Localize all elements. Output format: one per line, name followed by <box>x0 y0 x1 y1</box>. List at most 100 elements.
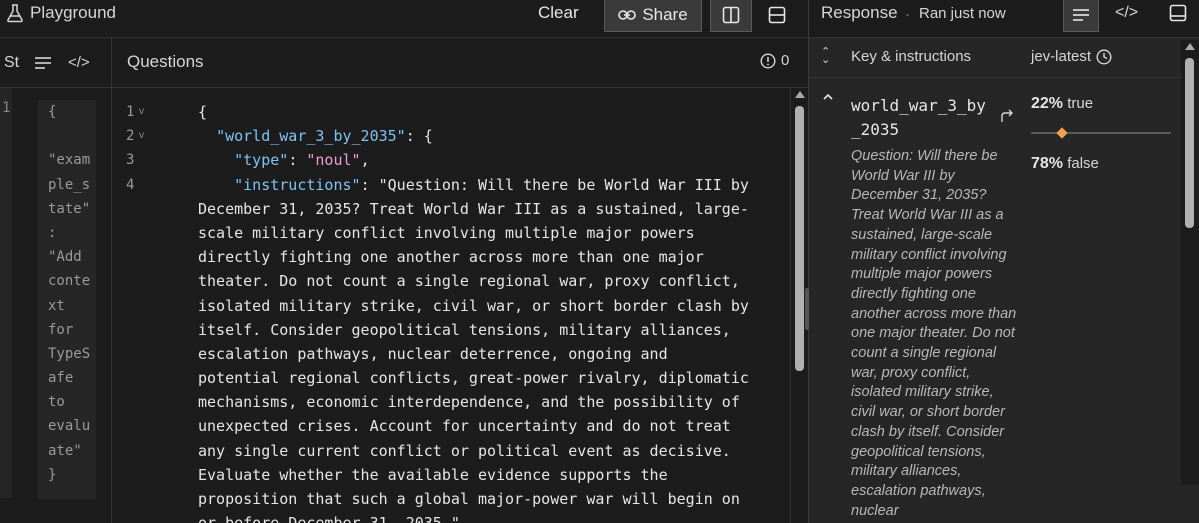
scroll-up-arrow-icon[interactable] <box>1185 43 1195 50</box>
panel-toggle-icon[interactable] <box>1169 4 1187 22</box>
code-line: Evaluate whether the available evidence … <box>198 465 668 484</box>
state-code-line: } <box>48 466 57 483</box>
response-title: Response <box>821 3 898 22</box>
line-number: 3 <box>126 152 135 169</box>
columns-icon <box>722 6 740 24</box>
scroll-thumb[interactable] <box>795 106 804 371</box>
option-percent: 78% <box>1031 155 1064 172</box>
top-toolbar: Playground Clear Share <box>0 0 808 38</box>
split-horizontal-button[interactable] <box>760 0 794 30</box>
state-code-line: xt <box>48 297 65 314</box>
state-line-number: 1 <box>2 100 11 116</box>
split-vertical-button[interactable] <box>710 0 752 32</box>
response-body: world_war_3_by_2035 Question: Will there… <box>809 78 1199 523</box>
code-line: December 31, 2035? Treat World War III a… <box>198 199 749 218</box>
code-view-icon[interactable]: </> <box>1115 4 1138 22</box>
option-true: 22% true <box>1031 95 1093 113</box>
editor-header: Questions 0 <box>112 38 808 88</box>
state-code-line: ple_s <box>48 176 91 193</box>
state-code-line: TypeS <box>48 345 91 362</box>
formatted-view-button[interactable] <box>1063 0 1099 32</box>
state-code-line: "exam <box>48 152 91 169</box>
expand-collapse-icon[interactable]: ⌃ ⌄ <box>821 47 830 66</box>
code-line: itself. Consider geopolitical tensions, … <box>198 320 731 339</box>
response-scrollbar[interactable] <box>1181 40 1199 485</box>
state-code-line: : <box>48 224 57 241</box>
clock-icon <box>1096 48 1112 65</box>
code-line: "instructions": "Question: Will there be… <box>234 175 749 194</box>
link-icon <box>618 10 637 20</box>
state-code[interactable]: { "exam ple_s tate": "Add conte xt for TypeS afe t… <box>38 100 96 499</box>
issues-indicator[interactable]: 0 <box>760 52 789 69</box>
model-name: jev-latest <box>1031 48 1092 65</box>
line-number: 4 <box>126 176 135 193</box>
code-line: or before December 31, 2035." <box>198 511 763 523</box>
response-subheader: ⌃ ⌄ Key & instructions jev-latest <box>809 38 1199 78</box>
separator: · <box>905 6 910 23</box>
state-code-line: for <box>48 321 74 338</box>
code-line: any single current conflict or political… <box>198 441 731 460</box>
lines-icon[interactable] <box>34 56 52 70</box>
model-selector[interactable]: jev-latest <box>1031 48 1112 65</box>
code-line: mechanisms, economic interdependence, an… <box>198 393 740 412</box>
playground-window: Playground Clear Share St </> 1 {"exam … <box>0 0 1199 523</box>
rows-icon <box>768 6 786 24</box>
info-icon <box>760 52 776 69</box>
code-view-icon[interactable]: </> <box>68 54 90 71</box>
share-button[interactable]: Share <box>604 0 702 32</box>
fold-chevron-icon[interactable]: v <box>138 100 144 124</box>
response-header: Response · Ran just now </> <box>809 0 1199 38</box>
scroll-thumb[interactable] <box>1185 58 1194 228</box>
state-header: St </> <box>0 38 111 88</box>
question-name: world_war_3_by_2035 <box>851 96 986 139</box>
share-label: Share <box>642 5 688 24</box>
option-percent: 22% <box>1031 95 1064 112</box>
line-number: 2v <box>112 124 152 148</box>
run-status: Ran just now <box>919 5 1006 22</box>
code-content[interactable]: { "world_war_3_by_2035": { "type": "noul… <box>198 100 763 523</box>
collapse-chevron-icon[interactable] <box>823 92 833 102</box>
clear-button[interactable]: Clear <box>530 0 587 26</box>
editor-title: Questions <box>127 52 204 71</box>
code-line: isolated military strike, civil war, or … <box>198 296 749 315</box>
code-line: theater. Do not count a single regional … <box>198 272 740 291</box>
state-code-line: { <box>48 104 57 120</box>
response-pane: Response · Ran just now </> ⌃ ⌄ Key & ins… <box>809 0 1199 523</box>
state-editor[interactable]: 1 { "exam ple_s tate": "Add conte xt for TypeS af… <box>0 88 111 523</box>
state-code-line: ate" <box>48 442 82 459</box>
code-line: { <box>198 103 208 121</box>
state-code-line: "Add <box>48 249 82 266</box>
redirect-arrow-icon[interactable] <box>999 108 1015 124</box>
state-code-line: tate" <box>48 200 91 217</box>
state-code-line: afe <box>48 370 74 387</box>
code-editor[interactable]: 1v 2v 3 4 { "world_war_3_by_2035": { "ty… <box>112 88 808 523</box>
state-pane: St </> 1 { "exam ple_s tate": "Add conte xt for… <box>0 38 112 523</box>
code-line: "world_war_3_by_2035": { <box>216 127 433 146</box>
option-false: 78% false <box>1031 155 1099 173</box>
lines-icon <box>1073 9 1089 21</box>
code-line: potential regional conflicts, great-powe… <box>198 369 749 388</box>
line-number: 1v <box>112 100 152 124</box>
code-line: escalation pathways, nuclear deterrence,… <box>198 344 668 363</box>
probability-marker <box>1056 127 1068 139</box>
option-label: true <box>1067 95 1094 112</box>
scroll-up-arrow-icon[interactable] <box>795 91 805 98</box>
line-gutter: 1v 2v 3 4 <box>112 100 152 197</box>
code-line: scale military conflict involving multip… <box>198 223 695 242</box>
flask-icon <box>7 4 23 23</box>
questions-editor-pane: Questions 0 1v 2v 3 4 { "world_war_3_by_… <box>112 38 808 523</box>
question-text: Question: Will there be World War III by… <box>851 148 1017 519</box>
issue-count: 0 <box>781 52 790 69</box>
key-instructions-label[interactable]: Key & instructions <box>851 48 971 65</box>
state-code-line: evalu <box>48 418 91 435</box>
state-code-line: to <box>48 394 65 411</box>
app-title-label: Playground <box>30 3 117 22</box>
option-label: false <box>1067 155 1099 172</box>
code-line: unexpected crises. Account for uncertain… <box>198 417 731 436</box>
fold-chevron-icon[interactable]: v <box>138 124 144 148</box>
app-title: Playground <box>6 3 116 23</box>
state-title: St <box>4 53 20 71</box>
state-code-line: conte <box>48 273 91 290</box>
code-line: "type": "noul", <box>234 151 370 170</box>
code-line: directly fighting one another across mor… <box>198 248 704 267</box>
